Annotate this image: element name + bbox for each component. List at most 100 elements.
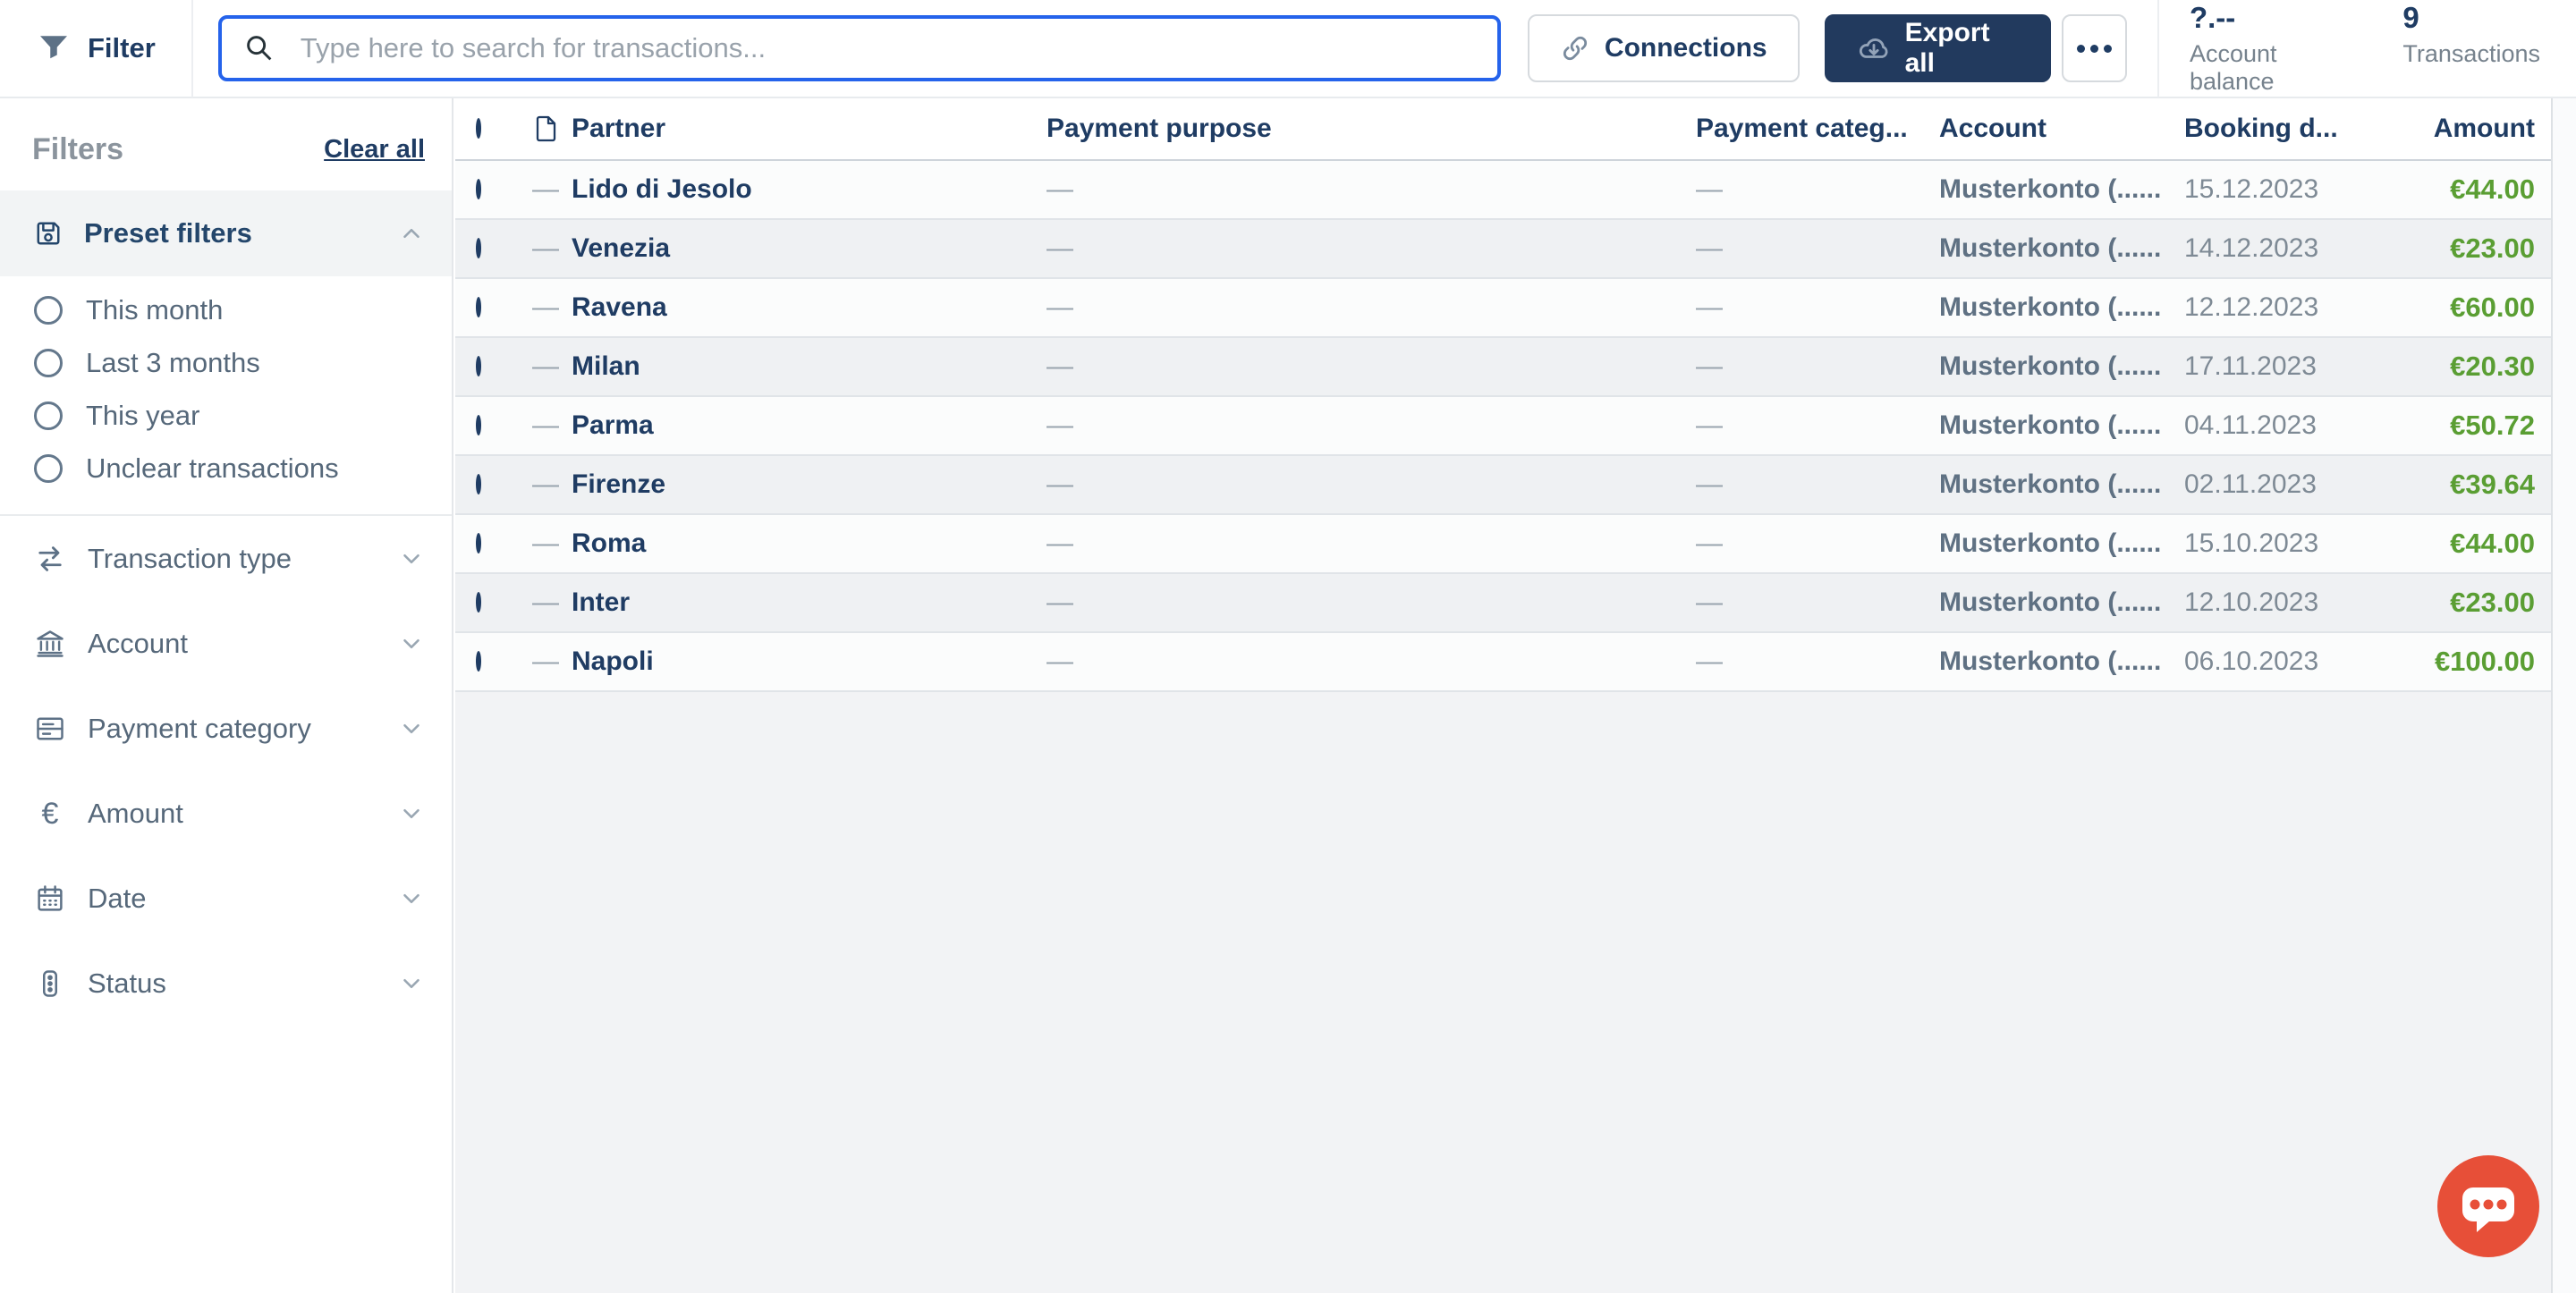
export-all-button[interactable]: Export all bbox=[1825, 14, 2052, 82]
payment-category-cell: — bbox=[1696, 587, 1939, 618]
row-checkbox[interactable] bbox=[476, 533, 481, 554]
payment-category-cell: — bbox=[1696, 351, 1939, 382]
account-cell: Musterkonto (...... bbox=[1939, 233, 2184, 264]
payment-purpose-cell: — bbox=[1046, 528, 1696, 559]
account-balance-value: ?.-- bbox=[2190, 1, 2351, 35]
preset-option-label: Last 3 months bbox=[86, 347, 260, 379]
radio-icon[interactable] bbox=[34, 401, 63, 430]
preset-option-label: This month bbox=[86, 294, 223, 326]
account-cell: Musterkonto (...... bbox=[1939, 587, 2184, 618]
booking-date-cell: 02.11.2023 bbox=[2184, 469, 2408, 500]
calendar-icon bbox=[32, 883, 68, 915]
euro-icon: € bbox=[32, 799, 68, 829]
attachment-cell: — bbox=[532, 587, 572, 618]
filter-button[interactable]: Filter bbox=[0, 30, 191, 66]
table-row[interactable]: — Lido di Jesolo — — Musterkonto (......… bbox=[455, 161, 2551, 220]
chevron-down-icon bbox=[398, 800, 425, 827]
column-header-account[interactable]: Account bbox=[1939, 114, 2184, 144]
sidebar-section-transaction-type[interactable]: Transaction type bbox=[0, 516, 452, 601]
radio-icon[interactable] bbox=[34, 454, 63, 483]
partner-cell: Ravena bbox=[572, 292, 1046, 323]
amount-cell: €23.00 bbox=[2408, 232, 2551, 265]
sidebar-section-date[interactable]: Date bbox=[0, 856, 452, 941]
bank-icon bbox=[32, 628, 68, 660]
table-row[interactable]: — Firenze — — Musterkonto (...... 02.11.… bbox=[455, 456, 2551, 515]
booking-date-cell: 12.10.2023 bbox=[2184, 587, 2408, 618]
partner-cell: Milan bbox=[572, 351, 1046, 382]
table-row[interactable]: — Milan — — Musterkonto (...... 17.11.20… bbox=[455, 338, 2551, 397]
column-header-booking-date[interactable]: Booking d... bbox=[2184, 114, 2408, 144]
chevron-down-icon bbox=[398, 630, 425, 657]
payment-category-cell: — bbox=[1696, 233, 1939, 264]
payment-purpose-cell: — bbox=[1046, 174, 1696, 205]
column-header-partner[interactable]: Partner bbox=[572, 114, 1046, 144]
preset-option[interactable]: This year bbox=[0, 391, 452, 440]
partner-cell: Lido di Jesolo bbox=[572, 174, 1046, 205]
preset-filters-label: Preset filters bbox=[84, 217, 398, 249]
row-checkbox[interactable] bbox=[476, 179, 481, 199]
table-header-row: Partner Payment purpose Payment categ...… bbox=[455, 98, 2551, 161]
transactions-count-value: 9 bbox=[2402, 1, 2540, 35]
more-actions-button[interactable] bbox=[2062, 14, 2127, 82]
attachment-cell: — bbox=[532, 410, 572, 441]
radio-icon[interactable] bbox=[34, 349, 63, 377]
amount-cell: €23.00 bbox=[2408, 587, 2551, 619]
connections-button-label: Connections bbox=[1605, 33, 1767, 63]
sidebar-section-payment-category[interactable]: Payment category bbox=[0, 686, 452, 771]
amount-cell: €100.00 bbox=[2408, 646, 2551, 678]
column-header-payment-category[interactable]: Payment categ... bbox=[1696, 114, 1939, 144]
partner-cell: Inter bbox=[572, 587, 1046, 618]
chevron-down-icon bbox=[398, 715, 425, 742]
booking-date-cell: 15.10.2023 bbox=[2184, 528, 2408, 559]
sidebar-section-amount[interactable]: € Amount bbox=[0, 771, 452, 856]
preset-filters-header[interactable]: Preset filters bbox=[0, 190, 452, 276]
payment-purpose-cell: — bbox=[1046, 646, 1696, 677]
booking-date-cell: 17.11.2023 bbox=[2184, 351, 2408, 382]
attachment-cell: — bbox=[532, 351, 572, 382]
sidebar-section-account[interactable]: Account bbox=[0, 601, 452, 686]
preset-option[interactable]: Last 3 months bbox=[0, 338, 452, 387]
preset-option[interactable]: Unclear transactions bbox=[0, 444, 452, 493]
funnel-icon bbox=[36, 30, 72, 66]
attachment-cell: — bbox=[532, 233, 572, 264]
row-checkbox[interactable] bbox=[476, 297, 481, 317]
connections-button[interactable]: Connections bbox=[1528, 14, 1800, 82]
table-row[interactable]: — Inter — — Musterkonto (...... 12.10.20… bbox=[455, 574, 2551, 633]
radio-icon[interactable] bbox=[34, 296, 63, 325]
table-row[interactable]: — Parma — — Musterkonto (...... 04.11.20… bbox=[455, 397, 2551, 456]
sidebar-section-status[interactable]: Status bbox=[0, 941, 452, 1026]
row-checkbox[interactable] bbox=[476, 356, 481, 376]
payment-purpose-cell: — bbox=[1046, 233, 1696, 264]
table-row[interactable]: — Napoli — — Musterkonto (...... 06.10.2… bbox=[455, 633, 2551, 692]
booking-date-cell: 14.12.2023 bbox=[2184, 233, 2408, 264]
scrollbar[interactable] bbox=[2551, 98, 2576, 1293]
row-checkbox[interactable] bbox=[476, 592, 481, 613]
account-cell: Musterkonto (...... bbox=[1939, 528, 2184, 559]
booking-date-cell: 04.11.2023 bbox=[2184, 410, 2408, 441]
column-header-payment-purpose[interactable]: Payment purpose bbox=[1046, 114, 1696, 144]
payment-category-cell: — bbox=[1696, 646, 1939, 677]
chat-widget-button[interactable] bbox=[2437, 1155, 2539, 1257]
filters-title: Filters bbox=[32, 132, 123, 167]
row-checkbox[interactable] bbox=[476, 238, 481, 258]
chevron-down-icon bbox=[398, 545, 425, 572]
column-header-amount[interactable]: Amount bbox=[2408, 114, 2551, 144]
account-cell: Musterkonto (...... bbox=[1939, 174, 2184, 205]
payment-purpose-cell: — bbox=[1046, 292, 1696, 323]
table-row[interactable]: — Venezia — — Musterkonto (...... 14.12.… bbox=[455, 220, 2551, 279]
row-checkbox[interactable] bbox=[476, 651, 481, 672]
export-all-button-label: Export all bbox=[1905, 18, 2020, 79]
attachment-cell: — bbox=[532, 646, 572, 677]
search-input[interactable] bbox=[218, 15, 1501, 81]
row-checkbox[interactable] bbox=[476, 474, 481, 494]
table-row[interactable]: — Ravena — — Musterkonto (...... 12.12.2… bbox=[455, 279, 2551, 338]
row-checkbox[interactable] bbox=[476, 415, 481, 435]
amount-cell: €50.72 bbox=[2408, 410, 2551, 442]
select-all-checkbox[interactable] bbox=[476, 118, 481, 139]
partner-cell: Venezia bbox=[572, 233, 1046, 264]
table-row[interactable]: — Roma — — Musterkonto (...... 15.10.202… bbox=[455, 515, 2551, 574]
amount-cell: €44.00 bbox=[2408, 173, 2551, 206]
traffic-light-icon bbox=[32, 968, 68, 1000]
preset-option[interactable]: This month bbox=[0, 285, 452, 334]
clear-all-link[interactable]: Clear all bbox=[324, 135, 425, 165]
